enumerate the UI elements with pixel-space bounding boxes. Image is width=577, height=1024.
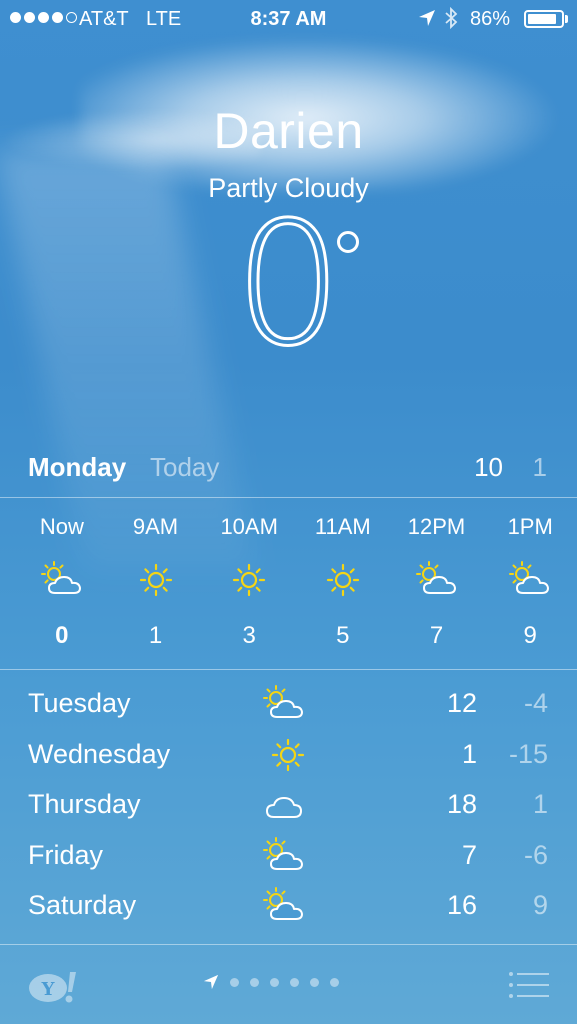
hour-temp: 1 [148,622,163,649]
partly-cloudy-icon [509,561,550,594]
sunny-icon [271,738,305,771]
location-arrow-icon [419,10,435,26]
daily-day-name: Friday [28,839,104,870]
partly-cloudy-icon [263,887,303,920]
hourly-item: 9AM 1 [109,512,203,657]
daily-row: Wednesday 1 -15 [0,731,577,782]
hour-label: 12PM [407,514,466,539]
partly-cloudy-icon [263,685,303,718]
location-arrow-icon [203,974,219,990]
page-dot[interactable] [230,977,239,987]
list-icon[interactable] [508,970,550,1000]
hourly-forecast[interactable]: Now 0 9AM 1 10AM 3 11AM 5 12PM 7 1PM 9 [15,512,577,657]
status-bar: AT&T LTE 8:37 AM 86% [0,0,577,38]
hour-label: 10AM [220,514,278,539]
hourly-item: 12PM 7 [390,512,484,657]
hour-temp: 7 [429,622,444,649]
hour-label: Now [39,514,84,539]
hourly-item: 10AM 3 [202,512,296,657]
degree-symbol [337,231,359,253]
current-temperature: 0 [0,186,577,384]
today-high: 10 [474,452,503,482]
daily-row: Saturday 16 9 [0,882,577,933]
page-dot[interactable] [290,977,299,987]
hour-label: 1PM [507,514,553,539]
page-dot[interactable] [270,977,279,987]
daily-low: -4 [523,688,548,718]
battery-percent: 86% [470,8,511,30]
divider [0,944,577,945]
hourly-item: 11AM 5 [296,512,390,657]
city-name: Darien [213,103,364,159]
hourly-item: Now 0 [15,512,109,657]
hour-temp: 9 [523,622,537,649]
page-dot[interactable] [330,977,339,987]
cloudy-icon [266,797,302,818]
daily-row: Thursday 18 1 [0,781,577,832]
daily-low: -15 [508,738,548,769]
hour-temp: 5 [336,622,350,649]
today-summary: Monday Today 10 1 [0,448,577,488]
daily-row: Tuesday 12 -4 [0,680,577,731]
daily-day-name: Tuesday [28,688,131,718]
partly-cloudy-icon [263,836,303,870]
sunny-icon [139,563,172,597]
daily-high: 18 [446,789,477,819]
page-dot[interactable] [250,977,259,987]
hour-temp: 3 [242,622,256,649]
page-indicator[interactable] [203,974,339,990]
battery-icon [524,10,564,28]
daily-high: 7 [461,839,477,870]
battery-nub [565,15,568,23]
daily-forecast[interactable]: Tuesday 12 -4 Wednesday 1 -15 Thursday 1… [0,680,577,933]
sunny-icon [326,563,359,597]
daily-high: 12 [446,688,477,718]
page-dot[interactable] [310,977,319,987]
today-day-name: Monday [28,452,127,482]
daily-row: Friday 7 -6 [0,832,577,883]
daily-day-name: Saturday [28,890,137,920]
daily-low: 1 [532,789,548,819]
partly-cloudy-icon [415,561,456,594]
hour-temp: 0 [55,622,69,649]
daily-day-name: Wednesday [28,738,171,769]
yahoo-logo[interactable]: Y [28,970,80,1004]
divider [0,497,577,498]
today-low: 1 [532,452,547,482]
daily-day-name: Thursday [28,789,141,819]
today-label: Today [150,452,220,482]
current-temperature-value: 0 [233,186,344,384]
hour-label: 9AM [132,514,179,539]
daily-low: 9 [532,890,548,920]
daily-low: -6 [523,839,548,870]
divider [0,669,577,670]
partly-cloudy-icon [40,561,81,594]
sunny-icon [233,563,266,597]
daily-high: 1 [461,738,477,769]
bottom-toolbar: Y [0,946,577,1024]
daily-high: 16 [446,890,477,920]
svg-text:Y: Y [41,979,56,1000]
hourly-item: 1PM 9 [483,512,577,657]
hour-label: 11AM [314,514,371,539]
bluetooth-icon [445,6,458,30]
